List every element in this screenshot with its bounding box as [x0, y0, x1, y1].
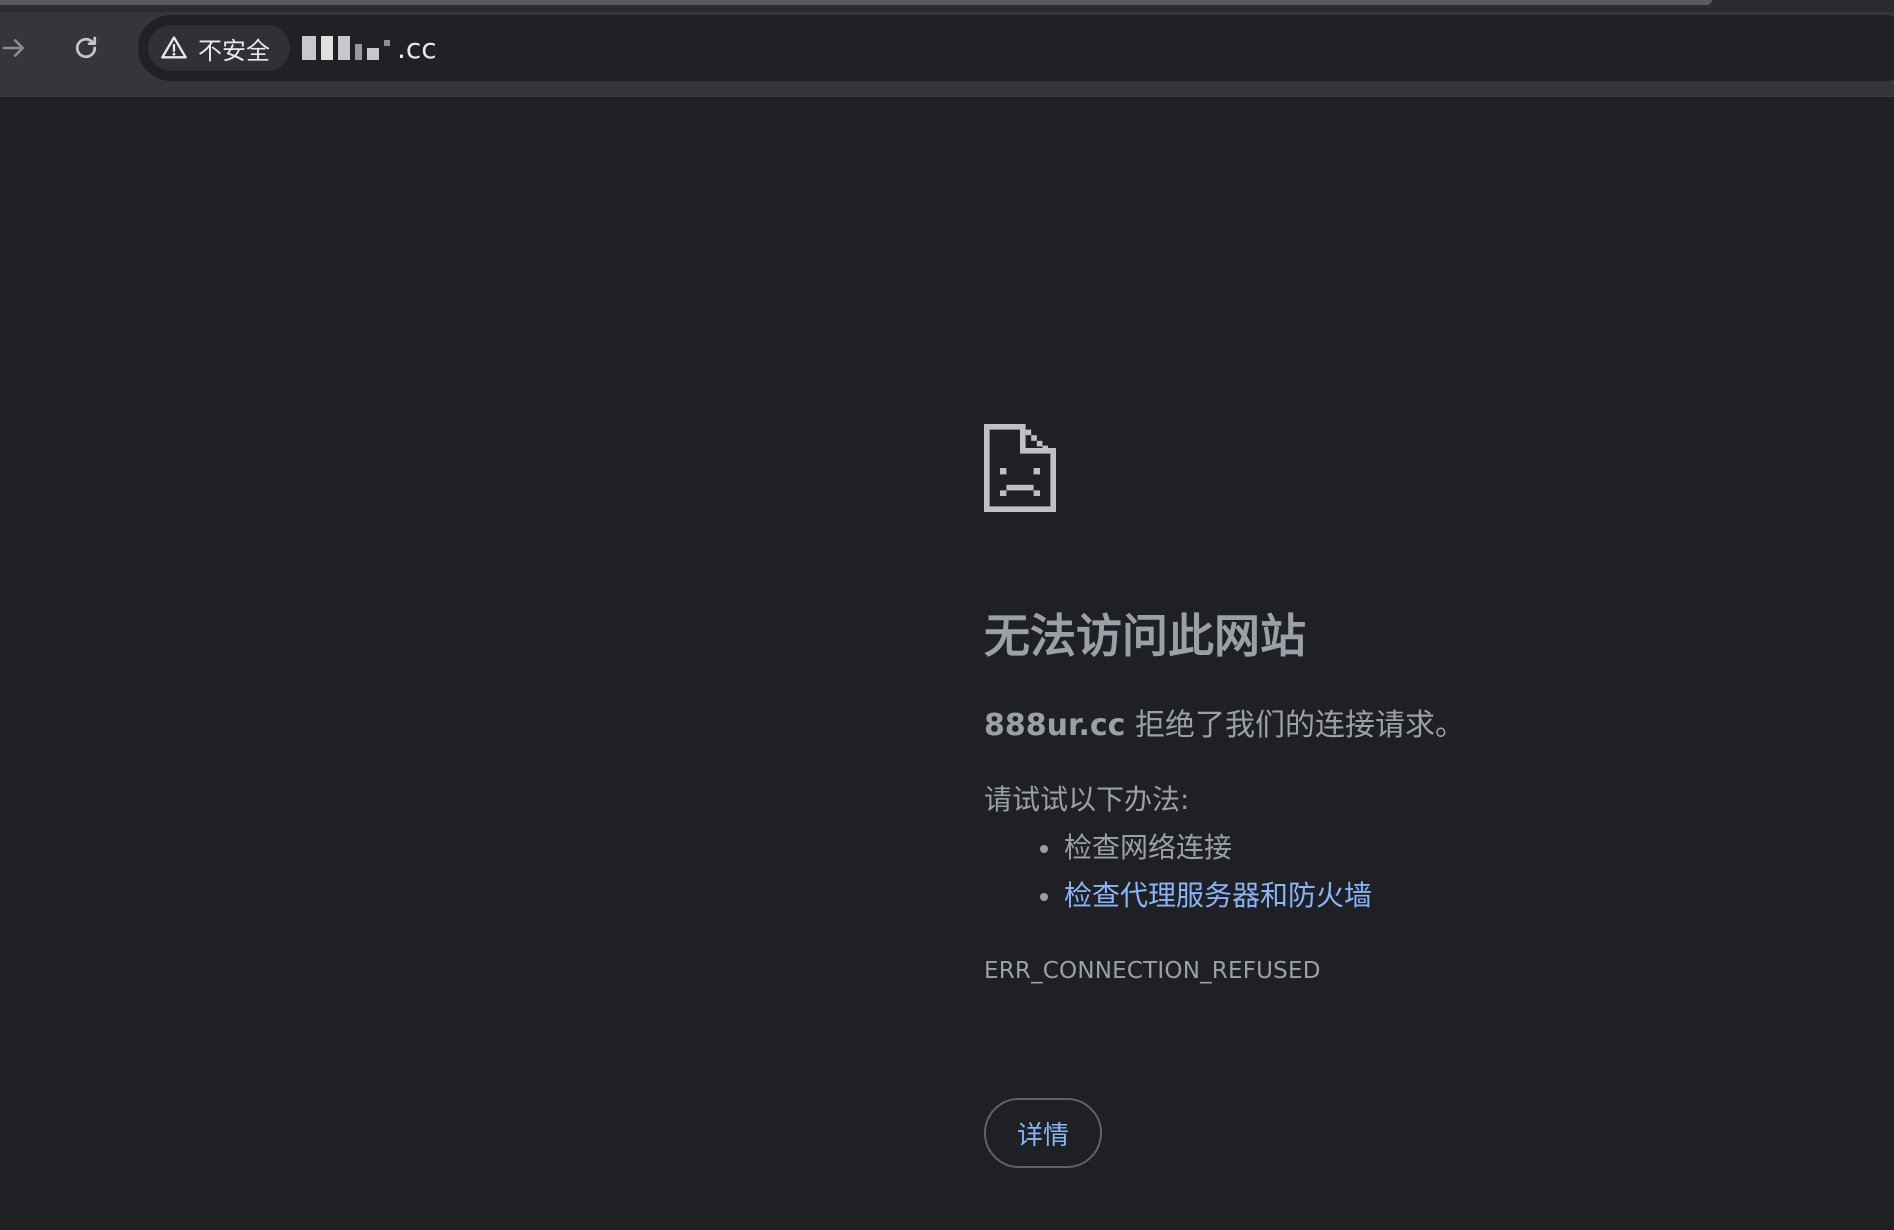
reload-button[interactable] — [66, 28, 106, 68]
warning-triangle-icon — [160, 34, 188, 62]
error-message-text: 拒绝了我们的连接请求。 — [1125, 708, 1466, 743]
security-chip[interactable]: 不安全 — [148, 25, 290, 71]
url-suffix: .cc — [397, 31, 437, 65]
forward-button[interactable] — [0, 28, 34, 68]
error-message: 888ur.cc 拒绝了我们的连接请求。 — [984, 700, 1465, 744]
error-title: 无法访问此网站 — [984, 609, 1306, 663]
suggestion-check-proxy-link[interactable]: 检查代理服务器和防火墙 — [1039, 872, 1372, 920]
suggestion-check-network: 检查网络连接 — [1039, 824, 1372, 872]
address-bar[interactable]: 不安全 .cc — [138, 15, 1894, 81]
suggestions-list: 检查网络连接 检查代理服务器和防火墙 — [984, 824, 1372, 920]
url-text[interactable]: .cc — [302, 31, 437, 65]
details-button[interactable]: 详情 — [984, 1098, 1102, 1168]
browser-toolbar: 不安全 .cc — [0, 12, 1894, 97]
suggestions-label: 请试试以下办法: — [984, 783, 1190, 816]
error-host: 888ur.cc — [984, 708, 1126, 743]
sad-document-icon — [984, 424, 1056, 512]
error-code: ERR_CONNECTION_REFUSED — [984, 958, 1321, 984]
active-tab[interactable] — [0, 0, 1712, 5]
redacted-domain — [302, 36, 395, 60]
security-label: 不安全 — [198, 36, 270, 65]
reload-icon — [75, 36, 97, 59]
arrow-right-icon — [2, 39, 24, 57]
